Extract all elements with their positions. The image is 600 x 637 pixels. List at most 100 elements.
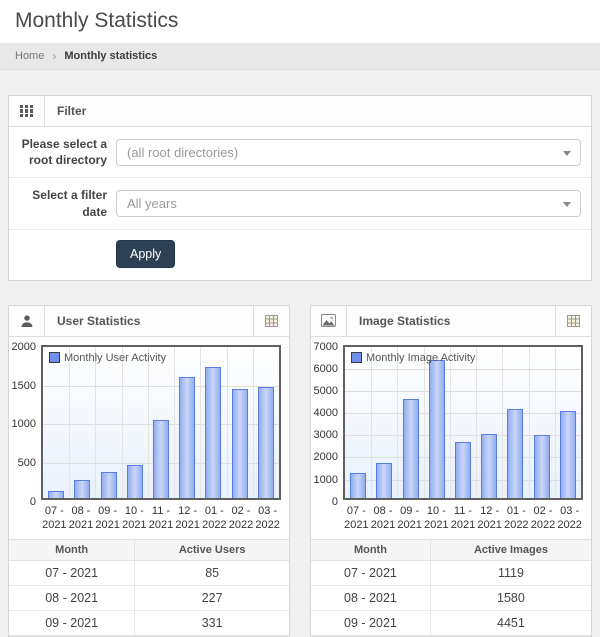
plot-area: Monthly Image Activity — [343, 345, 583, 500]
plot-area: Monthly User Activity — [41, 345, 281, 500]
bar — [258, 387, 274, 498]
breadcrumb-separator: › — [52, 49, 56, 63]
filter-date-select-value: All years — [127, 196, 177, 211]
bar — [429, 360, 445, 497]
bar — [534, 435, 550, 498]
gridline — [43, 386, 279, 387]
table-cell: 1580 — [430, 585, 591, 610]
table-row: 07 - 20211119 — [311, 560, 591, 585]
table-cell: 08 - 2021 — [9, 585, 135, 610]
chevron-down-icon — [563, 202, 571, 207]
gridline — [371, 347, 372, 498]
x-axis-tick: 09 -2021 — [94, 504, 121, 533]
image-statistics-table: MonthActive Images07 - 2021111908 - 2021… — [311, 539, 591, 636]
table-header-row: MonthActive Images — [311, 539, 591, 560]
user-statistics-panel: User Statistics 0500100015002000 Monthly… — [8, 305, 290, 637]
gridline — [345, 413, 581, 414]
gridline — [424, 347, 425, 498]
x-axis-tick: 07 -2021 — [343, 504, 370, 533]
filter-row-root-directory: Please select a root directory (all root… — [9, 127, 591, 178]
x-axis-tick: 08 -2021 — [370, 504, 397, 533]
x-axis-tick: 09 -2021 — [396, 504, 423, 533]
x-axis-tick: 10 -2021 — [423, 504, 450, 533]
x-axis-tick: 03 -2022 — [254, 504, 281, 533]
y-axis: 01000200030004000500060007000 — [315, 345, 343, 500]
image-statistics-panel: Image Statistics 01000200030004000500060… — [310, 305, 592, 637]
table-row: 08 - 20211580 — [311, 585, 591, 610]
x-axis: 07 -202108 -202109 -202110 -202111 -2021… — [343, 504, 583, 533]
image-statistics-header: Image Statistics — [311, 306, 591, 337]
gridline — [345, 391, 581, 392]
chevron-down-icon — [563, 151, 571, 156]
user-statistics-title: User Statistics — [45, 306, 253, 336]
apply-button[interactable]: Apply — [116, 240, 175, 268]
table-cell: 85 — [135, 560, 289, 585]
chart-legend: Monthly Image Activity — [351, 352, 475, 364]
root-directory-select[interactable]: (all root directories) — [116, 139, 581, 166]
bar — [507, 409, 523, 498]
root-directory-label: Please select a root directory — [19, 136, 107, 168]
gridline — [148, 347, 149, 498]
filter-date-select[interactable]: All years — [116, 190, 581, 217]
gridline — [476, 347, 477, 498]
x-axis-tick: 07 -2021 — [41, 504, 68, 533]
table-row: 09 - 2021331 — [9, 610, 289, 635]
gridline — [69, 347, 70, 498]
table-cell: 07 - 2021 — [311, 560, 430, 585]
table-icon[interactable] — [253, 306, 289, 336]
breadcrumb: Home › Monthly statistics — [0, 43, 600, 70]
legend-label: Monthly Image Activity — [366, 352, 475, 364]
bar — [403, 399, 419, 498]
image-statistics-title: Image Statistics — [347, 306, 555, 336]
table-cell: 09 - 2021 — [9, 610, 135, 635]
y-axis-tick: 3000 — [314, 429, 338, 441]
breadcrumb-current: Monthly statistics — [64, 50, 157, 62]
gridline — [122, 347, 123, 498]
table-header-cell: Active Users — [135, 539, 289, 560]
user-statistics-table: MonthActive Users07 - 20218508 - 2021227… — [9, 539, 289, 636]
legend-label: Monthly User Activity — [64, 352, 166, 364]
table-header-cell: Month — [311, 539, 430, 560]
x-axis: 07 -202108 -202109 -202110 -202111 -2021… — [41, 504, 281, 533]
y-axis-tick: 6000 — [314, 363, 338, 375]
gridline — [345, 369, 581, 370]
image-icon — [311, 306, 347, 336]
y-axis-tick: 0 — [332, 496, 338, 508]
user-statistics-header: User Statistics — [9, 306, 289, 337]
bar — [153, 420, 169, 498]
x-axis-tick: 08 -2021 — [68, 504, 95, 533]
gridline — [397, 347, 398, 498]
bar — [560, 411, 576, 498]
table-header-cell: Month — [9, 539, 135, 560]
bar — [376, 463, 392, 498]
table-icon[interactable] — [555, 306, 591, 336]
gridline — [227, 347, 228, 498]
root-directory-select-value: (all root directories) — [127, 145, 238, 160]
y-axis-tick: 4000 — [314, 407, 338, 419]
y-axis: 0500100015002000 — [13, 345, 41, 500]
gridline — [174, 347, 175, 498]
legend-swatch-icon — [351, 352, 362, 363]
bar — [481, 434, 497, 498]
bar — [101, 472, 117, 498]
table-header-row: MonthActive Users — [9, 539, 289, 560]
filter-row-apply: Apply — [9, 230, 591, 280]
table-row: 09 - 20214451 — [311, 610, 591, 635]
bar — [48, 491, 64, 498]
user-activity-chart: 0500100015002000 Monthly User Activity 0… — [9, 337, 289, 537]
y-axis-tick: 2000 — [314, 451, 338, 463]
bar — [74, 480, 90, 498]
bar — [179, 377, 195, 498]
breadcrumb-home-link[interactable]: Home — [15, 50, 44, 62]
x-axis-tick: 11 -2021 — [450, 504, 477, 533]
x-axis-tick: 11 -2021 — [148, 504, 175, 533]
gridline — [253, 347, 254, 498]
page-title: Monthly Statistics — [15, 9, 585, 33]
y-axis-tick: 7000 — [314, 341, 338, 353]
chart-legend: Monthly User Activity — [49, 352, 166, 364]
gridline — [200, 347, 201, 498]
x-axis-tick: 01 -2022 — [503, 504, 530, 533]
filter-panel-header: Filter — [9, 96, 591, 127]
x-axis-tick: 01 -2022 — [201, 504, 228, 533]
x-axis-tick: 03 -2022 — [556, 504, 583, 533]
